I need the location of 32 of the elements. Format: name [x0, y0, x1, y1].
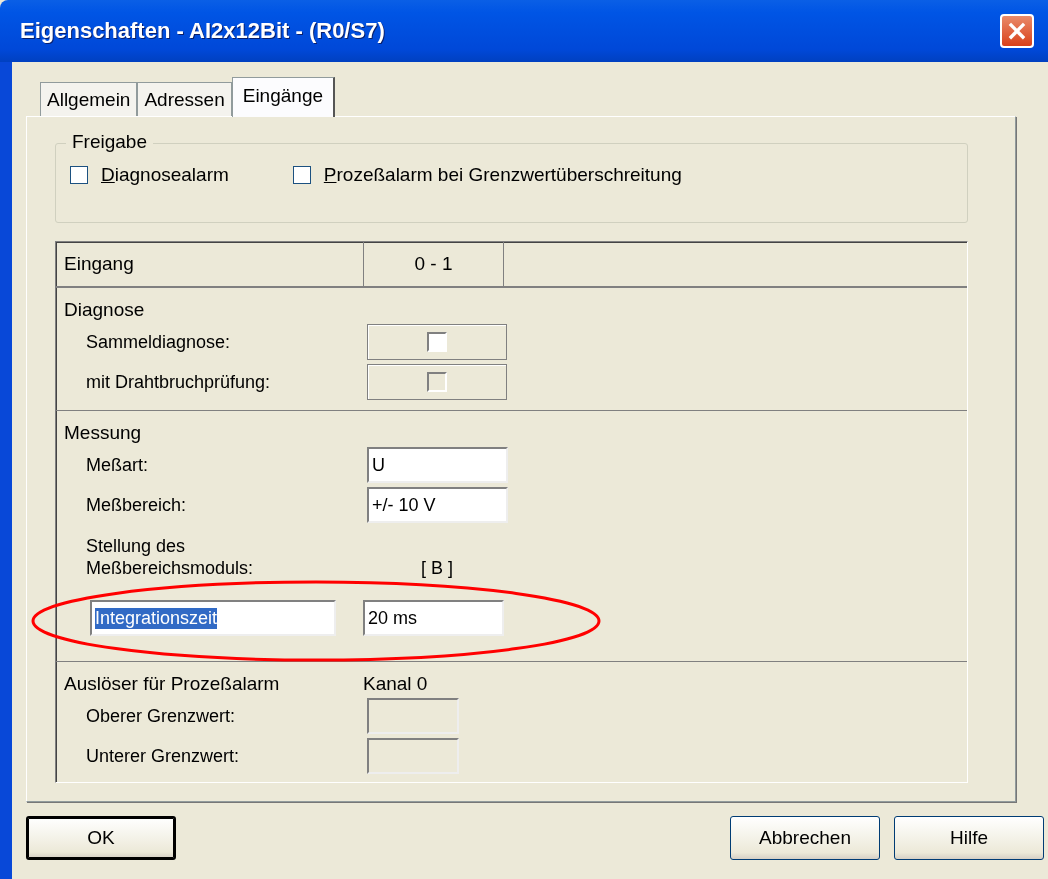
section-title: Auslöser für Prozeßalarm	[64, 673, 281, 695]
input-field[interactable]: Integrationszeit	[90, 600, 336, 636]
section-title: Diagnose	[64, 299, 146, 321]
column-header: 0 - 1	[364, 242, 504, 286]
channel-label: Kanal 0	[363, 673, 428, 695]
checkbox[interactable]	[427, 332, 447, 352]
tab[interactable]: Allgemein	[40, 82, 138, 116]
input-field[interactable]: 20 ms	[363, 600, 504, 636]
dialog-button[interactable]: OK	[26, 816, 176, 860]
parameter-label: Sammeldiagnose:	[86, 331, 232, 353]
dialog-button[interactable]: Abbrechen	[730, 816, 880, 860]
input-field[interactable]: +/- 10 V	[367, 487, 508, 523]
parameter-label: Meßbereich:	[86, 494, 188, 516]
section-title: Messung	[64, 422, 143, 444]
parameter-label: mit Drahtbruchprüfung:	[86, 371, 272, 393]
window-title: Eigenschaften - AI2x12Bit - (R0/S7)	[20, 18, 385, 44]
checkbox[interactable]	[292, 166, 311, 184]
checkbox[interactable]	[70, 166, 88, 184]
parameter-label: Stellung des Meßbereichsmoduls:	[86, 535, 255, 579]
selected-text: Integrationszeit	[95, 607, 218, 629]
checkbox-label[interactable]: Diagnosealarm	[101, 164, 229, 186]
parameter-label: Unterer Grenzwert:	[86, 745, 241, 767]
checkbox-label[interactable]: Prozeßalarm bei Grenzwertüberschreitung	[323, 164, 682, 186]
close-button[interactable]: ×	[1000, 14, 1034, 48]
column-header: Eingang	[56, 242, 364, 286]
parameter-label: Oberer Grenzwert:	[86, 705, 237, 727]
input-field[interactable]: U	[367, 447, 508, 483]
parameter-value: [ B ]	[420, 558, 454, 579]
dialog-button[interactable]: Hilfe	[894, 816, 1044, 860]
tab[interactable]: Eingänge	[231, 77, 335, 117]
tab[interactable]: Adressen	[137, 82, 232, 116]
parameter-label: Meßart:	[86, 454, 149, 476]
